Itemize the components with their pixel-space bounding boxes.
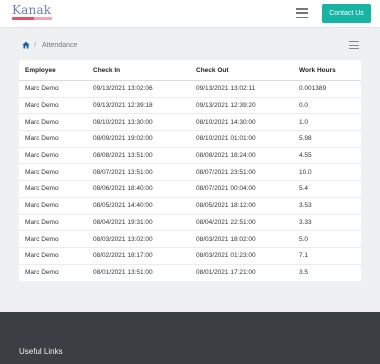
- attendance-table-card: Employee Check In Check Out Work Hours M…: [19, 60, 361, 281]
- brand-logo-underline: [12, 17, 52, 20]
- cell-work-hours: 5.98: [293, 130, 361, 148]
- cell-check-in: 09/13/2021 12:39:18: [87, 96, 190, 114]
- cell-check-in: 08/02/2021 18:17:00: [87, 246, 190, 265]
- table-row[interactable]: Marc Demo 08/08/2021 13:51:00 08/08/2021 1…: [19, 146, 361, 164]
- column-header-check-in[interactable]: Check In: [87, 60, 190, 81]
- cell-check-in: 08/03/2021 13:02:00: [87, 230, 190, 248]
- cell-check-out: 09/13/2021 13:02:11: [196, 85, 256, 93]
- contact-us-button[interactable]: Contact Us: [322, 4, 371, 23]
- cell-check-out: 08/08/2021 18:24:00: [190, 146, 293, 164]
- list-view-icon[interactable]: [349, 41, 359, 49]
- table-row[interactable]: Marc Demo 08/01/2021 13:51:00 08/01/2021 1…: [19, 263, 361, 281]
- cell-check-in: 08/04/2021 19:31:00: [87, 213, 190, 231]
- cell-check-in: 08/07/2021 13:51:00: [87, 163, 190, 181]
- cell-work-hours: 5.0: [293, 230, 361, 248]
- hamburger-menu-icon[interactable]: [296, 8, 308, 18]
- cell-employee: Marc Demo: [19, 113, 87, 131]
- cell-check-out: 08/03/2021 01:23:00: [190, 246, 293, 265]
- cell-check-in: 08/05/2021 14:40:00: [87, 196, 190, 214]
- table-row[interactable]: Marc Demo 08/06/2021 18:40:00 08/07/2021 0…: [19, 180, 361, 198]
- table-row[interactable]: Marc Demo 08/07/2021 13:51:00 08/07/2021 2…: [19, 163, 361, 181]
- footer: Useful Links: [0, 312, 380, 364]
- cell-work-hours: 10.0: [293, 163, 361, 181]
- table-row[interactable]: Marc Demo 08/02/2021 18:17:00 08/03/2021 0…: [19, 246, 361, 265]
- table-row[interactable]: Marc Demo 09/13/2021 13:02:06 09/13/2021 1…: [19, 81, 361, 98]
- cell-employee: Marc Demo: [19, 146, 87, 164]
- cell-check-out: 08/03/2021 18:02:00: [190, 230, 293, 248]
- cell-check-out: 08/07/2021 00:04:00: [190, 180, 293, 198]
- cell-check-out: 08/04/2021 22:51:00: [190, 213, 293, 231]
- footer-title: Useful Links: [19, 347, 63, 356]
- cell-employee: Marc Demo: [19, 213, 87, 231]
- cell-work-hours: 3.33: [293, 213, 361, 231]
- cell-employee: Marc Demo: [19, 130, 87, 148]
- home-icon[interactable]: [22, 41, 30, 49]
- cell-check-in: 08/09/2021 19:02:00: [87, 130, 190, 148]
- cell-check-in: 08/01/2021 13:51:00: [87, 263, 190, 281]
- breadcrumb: / Attendance: [19, 37, 361, 53]
- table-row[interactable]: Marc Demo 08/10/2021 13:30:00 08/10/2021 1…: [19, 113, 361, 131]
- cell-check-out: 08/01/2021 17:21:00: [190, 263, 293, 281]
- cell-check-out: 09/13/2021 12:39:20: [190, 96, 293, 114]
- cell-employee: Marc Demo: [19, 180, 87, 198]
- cell-work-hours: 3.5: [293, 263, 361, 281]
- cell-check-in: 08/06/2021 18:40:00: [87, 180, 190, 198]
- cell-check-in: 08/08/2021 13:51:00: [87, 146, 190, 164]
- attendance-table: Employee Check In Check Out Work Hours M…: [19, 60, 361, 281]
- cell-check-in: 08/10/2021 13:30:00: [87, 113, 190, 131]
- table-row[interactable]: Marc Demo 09/13/2021 12:39:18 09/13/2021 1…: [19, 96, 361, 114]
- cell-employee: Marc Demo: [19, 96, 87, 114]
- cell-check-out: 08/10/2021 14:30:00: [190, 113, 293, 131]
- column-header-work-hours[interactable]: Work Hours: [293, 60, 361, 81]
- top-navbar: Kanak Contact Us: [0, 0, 380, 28]
- cell-work-hours: 7.1: [293, 246, 361, 265]
- cell-employee: Marc Demo: [19, 246, 87, 265]
- cell-work-hours: 1.0: [293, 113, 361, 131]
- cell-check-out: 08/05/2021 18:12:00: [190, 196, 293, 214]
- cell-work-hours: 3.53: [293, 196, 361, 214]
- column-header-employee[interactable]: Employee: [19, 60, 87, 81]
- cell-work-hours: 5.4: [293, 180, 361, 198]
- cell-employee: Marc Demo: [19, 163, 87, 181]
- column-header-check-out[interactable]: Check Out: [190, 60, 293, 81]
- table-row[interactable]: Marc Demo 08/05/2021 14:40:00 08/05/2021 1…: [19, 196, 361, 214]
- cell-employee: Marc Demo: [19, 230, 87, 248]
- cell-work-hours: 0.001389: [299, 85, 327, 93]
- breadcrumb-current: Attendance: [41, 41, 78, 49]
- cell-employee: Marc Demo: [19, 196, 87, 214]
- brand-name: Kanak: [12, 3, 52, 17]
- table-header-row: Employee Check In Check Out Work Hours: [19, 60, 361, 81]
- cell-employee: Marc Demo: [25, 85, 59, 93]
- cell-check-out: 08/07/2021 23:51:00: [190, 163, 293, 181]
- breadcrumb-separator: /: [34, 41, 36, 49]
- cell-employee: Marc Demo: [19, 263, 87, 281]
- table-row[interactable]: Marc Demo 08/03/2021 13:02:00 08/03/2021 1…: [19, 230, 361, 248]
- cell-work-hours: 0.0: [293, 96, 361, 114]
- cell-check-out: 08/10/2021 01:01:00: [190, 130, 293, 148]
- brand-logo[interactable]: Kanak: [12, 3, 52, 24]
- cell-work-hours: 4.55: [293, 146, 361, 164]
- table-row[interactable]: Marc Demo 08/09/2021 19:02:00 08/10/2021 0…: [19, 130, 361, 148]
- table-row[interactable]: Marc Demo 08/04/2021 19:31:00 08/04/2021 2…: [19, 213, 361, 231]
- cell-check-in: 09/13/2021 13:02:06: [93, 85, 153, 93]
